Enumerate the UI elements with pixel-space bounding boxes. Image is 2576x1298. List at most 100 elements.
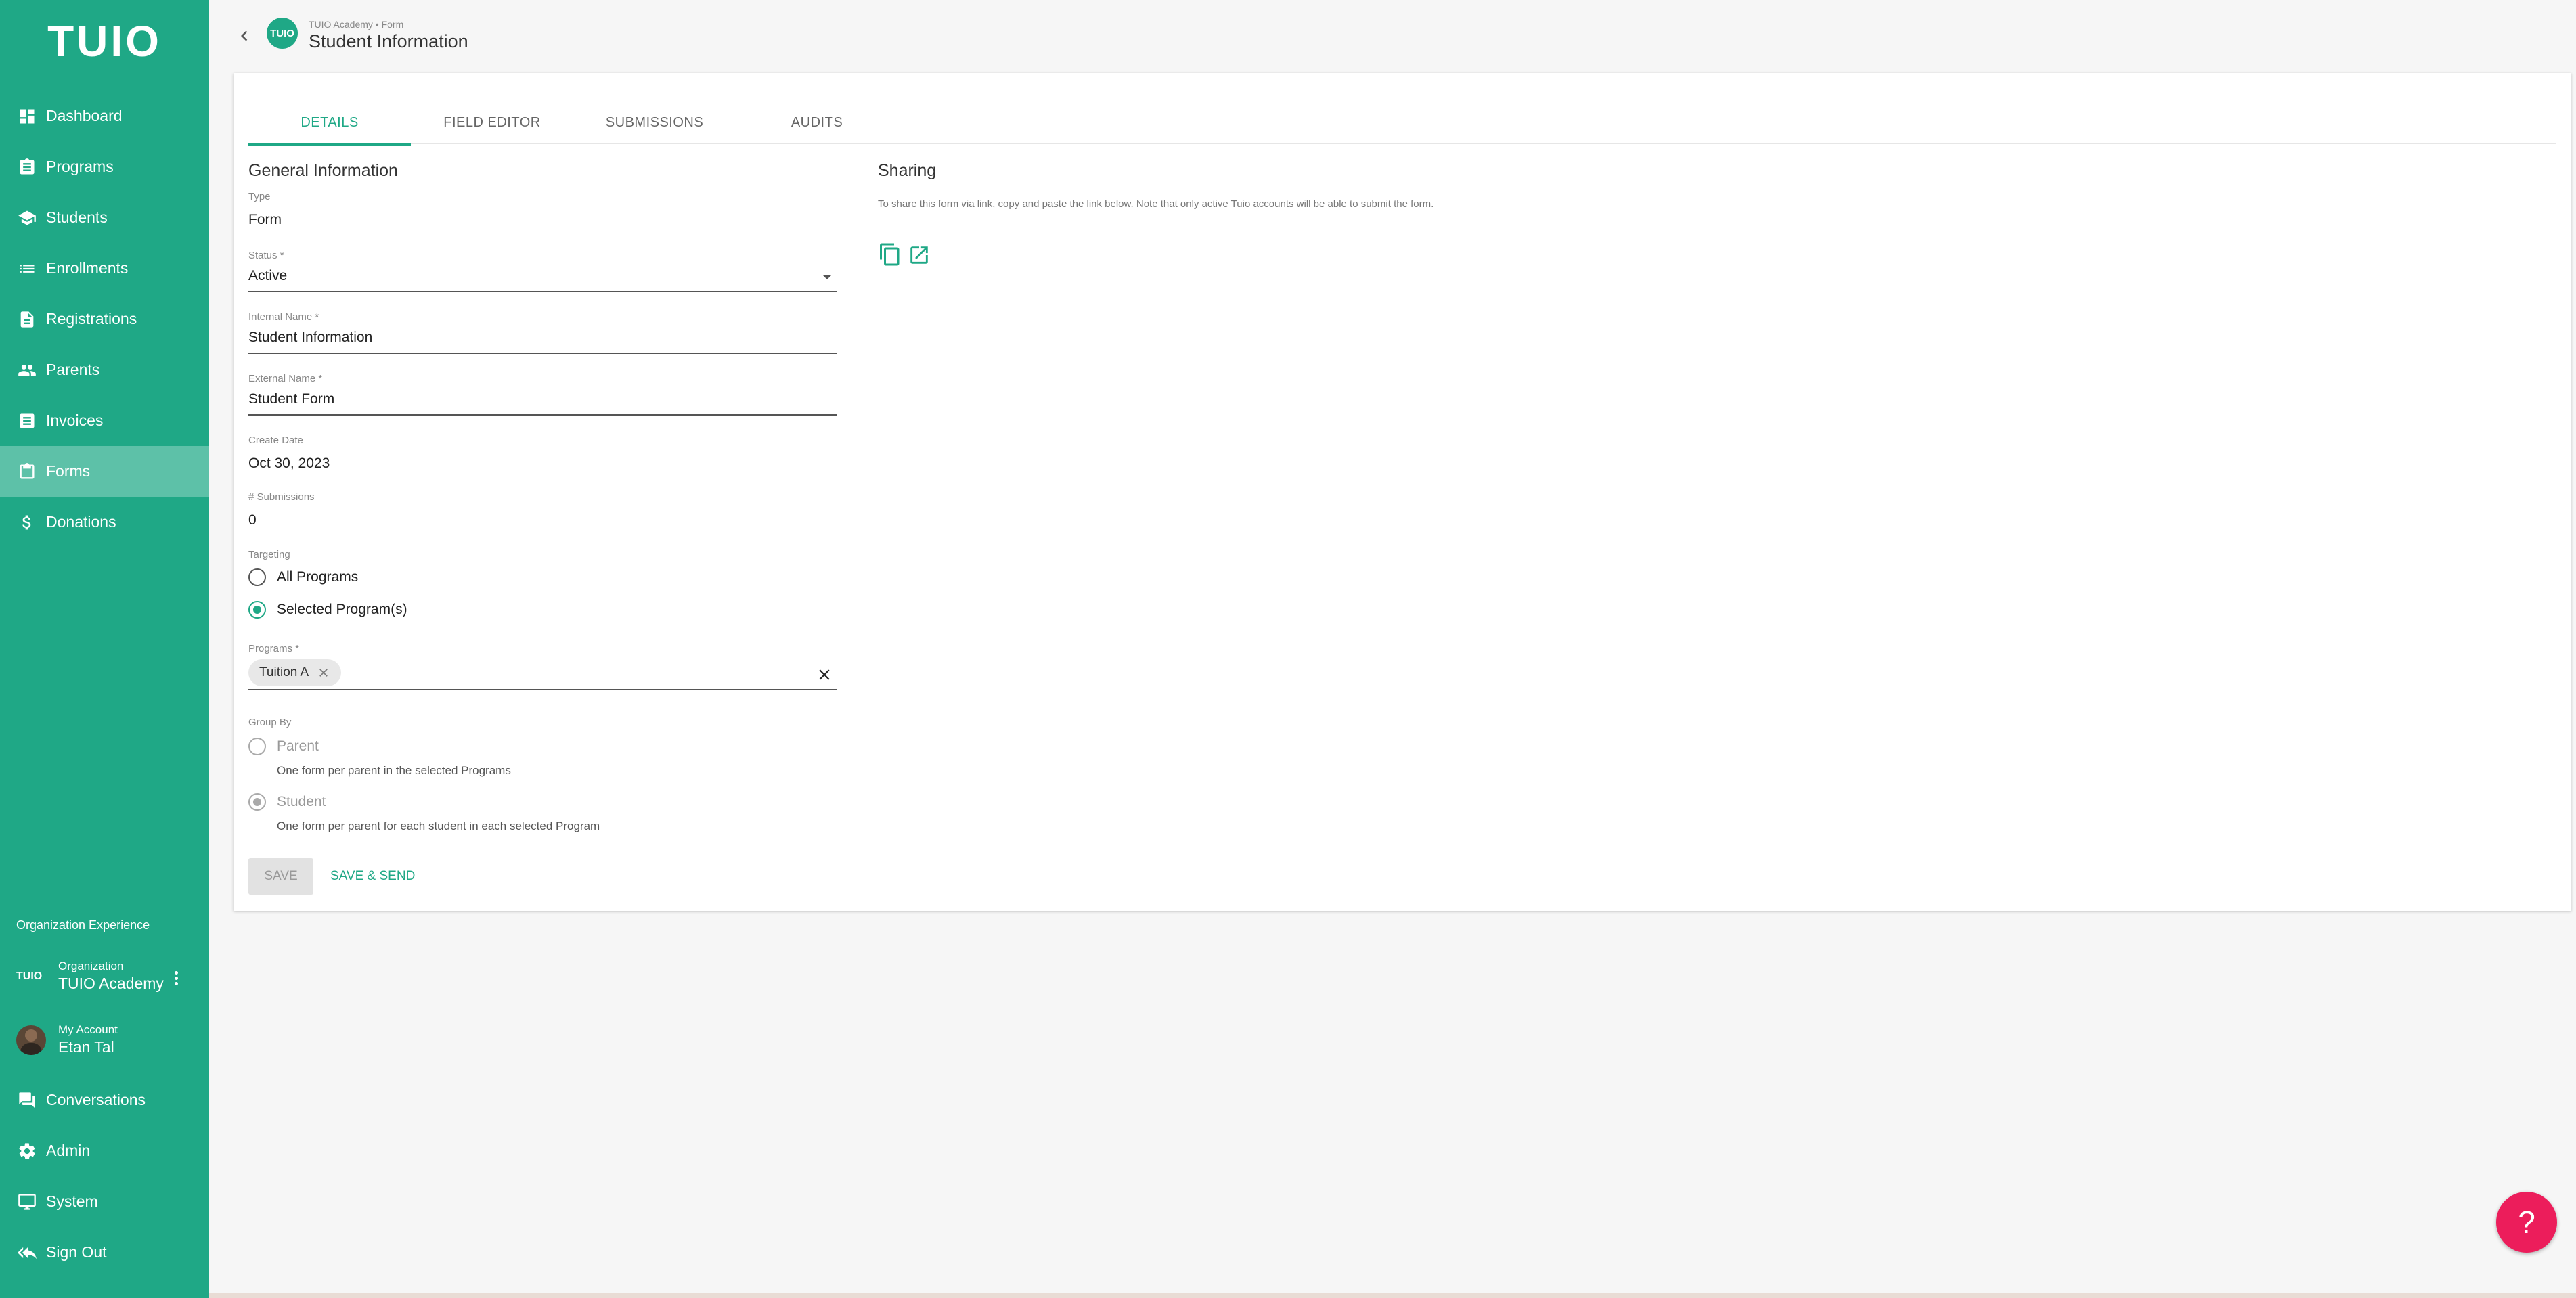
- group-student-description: One form per parent for each student in …: [277, 820, 600, 832]
- list-icon: [18, 259, 37, 278]
- gear-icon: [18, 1142, 37, 1161]
- organization-name: TUIO Academy: [58, 975, 164, 992]
- sidebar-item-admin[interactable]: Admin: [0, 1125, 209, 1176]
- external-name-value: Student Form: [248, 391, 335, 407]
- targeting-label: Targeting: [248, 549, 290, 560]
- dashboard-icon: [18, 107, 37, 126]
- radio-label: All Programs: [277, 569, 359, 585]
- chip-remove-icon[interactable]: [317, 666, 330, 679]
- internal-name-field[interactable]: Student Information: [248, 326, 837, 354]
- organization-experience-label: Organization Experience: [16, 918, 150, 932]
- radio-group-parent[interactable]: Parent: [248, 738, 319, 755]
- radio-group-student[interactable]: Student: [248, 793, 326, 811]
- clear-icon[interactable]: [816, 666, 833, 687]
- internal-name-label: Internal Name *: [248, 311, 319, 323]
- sidebar-item-label: Admin: [46, 1142, 91, 1159]
- sidebar-item-label: Sign Out: [46, 1243, 107, 1261]
- sidebar-item-label: Students: [46, 208, 108, 226]
- submissions-label: # Submissions: [248, 491, 315, 503]
- radio-label: Selected Program(s): [277, 602, 407, 617]
- tab-details[interactable]: DETAILS: [248, 103, 411, 146]
- sidebar-item-programs[interactable]: Programs: [0, 141, 209, 192]
- group-parent-description: One form per parent in the selected Prog…: [277, 764, 511, 777]
- type-label: Type: [248, 191, 271, 202]
- receipt-icon: [18, 411, 37, 430]
- save-button[interactable]: SAVE: [248, 858, 313, 895]
- more-vertical-icon[interactable]: [175, 969, 180, 987]
- status-label: Status *: [248, 250, 284, 261]
- sidebar-item-invoices[interactable]: Invoices: [0, 395, 209, 446]
- external-name-field[interactable]: Student Form: [248, 387, 837, 416]
- radio-all-programs[interactable]: All Programs: [248, 568, 358, 586]
- create-date-label: Create Date: [248, 434, 303, 446]
- radio-button[interactable]: [248, 601, 266, 619]
- sharing-title: Sharing: [878, 161, 937, 180]
- sidebar-item-label: Programs: [46, 158, 114, 175]
- school-icon: [18, 208, 37, 227]
- avatar: [16, 1025, 46, 1055]
- organization-avatar: TUIO: [267, 18, 298, 49]
- radio-button[interactable]: [248, 793, 266, 811]
- radio-label: Parent: [277, 738, 319, 754]
- sidebar: TUIO Dashboard Programs Students Enrollm…: [0, 0, 209, 1298]
- sidebar-item-label: Forms: [46, 462, 91, 480]
- create-date-value: Oct 30, 2023: [248, 455, 330, 471]
- internal-name-value: Student Information: [248, 330, 373, 345]
- status-select[interactable]: Active: [248, 264, 837, 292]
- radio-selected-programs[interactable]: Selected Program(s): [248, 601, 407, 619]
- clipboard-icon: [18, 158, 37, 177]
- breadcrumb: TUIO Academy • Form: [309, 19, 404, 30]
- sidebar-item-forms[interactable]: Forms: [0, 446, 209, 497]
- group-by-label: Group By: [248, 717, 292, 728]
- copy-link-icon[interactable]: [878, 242, 902, 270]
- sharing-description: To share this form via link, copy and pa…: [878, 198, 1434, 210]
- open-in-new-icon[interactable]: [908, 244, 931, 270]
- sidebar-item-parents[interactable]: Parents: [0, 344, 209, 395]
- tuio-logo[interactable]: TUIO: [0, 16, 209, 66]
- program-chip: Tuition A: [248, 659, 342, 686]
- account-name: Etan Tal: [58, 1038, 114, 1056]
- sidebar-item-label: Invoices: [46, 411, 104, 429]
- programs-label: Programs *: [248, 643, 300, 654]
- save-and-send-button[interactable]: SAVE & SEND: [330, 858, 415, 895]
- radio-label: Student: [277, 794, 326, 809]
- sidebar-item-label: Dashboard: [46, 107, 123, 125]
- dropdown-arrow-icon: [822, 275, 832, 279]
- sidebar-item-label: Parents: [46, 361, 100, 378]
- organization-switcher[interactable]: TUIO Organization TUIO Academy: [16, 960, 178, 993]
- tab-submissions[interactable]: SUBMISSIONS: [573, 103, 736, 142]
- my-account[interactable]: My Account Etan Tal: [16, 1023, 118, 1056]
- sidebar-item-conversations[interactable]: Conversations: [0, 1075, 209, 1125]
- chat-icon: [18, 1091, 37, 1110]
- sidebar-item-label: Registrations: [46, 310, 137, 328]
- page-title: Student Information: [309, 31, 468, 51]
- sidebar-item-label: Conversations: [46, 1091, 146, 1109]
- sidebar-item-sign-out[interactable]: Sign Out: [0, 1227, 209, 1278]
- sidebar-item-label: Donations: [46, 513, 116, 531]
- sidebar-item-students[interactable]: Students: [0, 192, 209, 243]
- sidebar-item-donations[interactable]: Donations: [0, 497, 209, 547]
- tab-field-editor[interactable]: FIELD EDITOR: [411, 103, 573, 142]
- tab-audits[interactable]: AUDITS: [736, 103, 898, 142]
- submissions-value: 0: [248, 512, 257, 528]
- sidebar-item-registrations[interactable]: Registrations: [0, 294, 209, 344]
- organization-logo: TUIO: [16, 970, 43, 982]
- radio-button[interactable]: [248, 738, 266, 755]
- external-name-label: External Name *: [248, 373, 323, 384]
- sidebar-item-enrollments[interactable]: Enrollments: [0, 243, 209, 294]
- sidebar-item-system[interactable]: System: [0, 1176, 209, 1227]
- sign-out-icon: [18, 1243, 37, 1262]
- form-details-card: DETAILS FIELD EDITOR SUBMISSIONS AUDITS …: [234, 73, 2571, 911]
- radio-button[interactable]: [248, 568, 266, 586]
- back-arrow-icon[interactable]: [234, 24, 254, 47]
- general-information-title: General Information: [248, 161, 398, 180]
- sidebar-item-dashboard[interactable]: Dashboard: [0, 91, 209, 141]
- help-button[interactable]: ?: [2496, 1192, 2557, 1253]
- people-icon: [18, 361, 37, 380]
- sidebar-item-label: System: [46, 1192, 98, 1210]
- dollar-icon: [18, 513, 37, 532]
- sidebar-item-label: Enrollments: [46, 259, 129, 277]
- tab-bar: DETAILS FIELD EDITOR SUBMISSIONS AUDITS: [248, 103, 2556, 146]
- bottom-strip: [209, 1293, 2576, 1298]
- form-icon: [18, 462, 37, 481]
